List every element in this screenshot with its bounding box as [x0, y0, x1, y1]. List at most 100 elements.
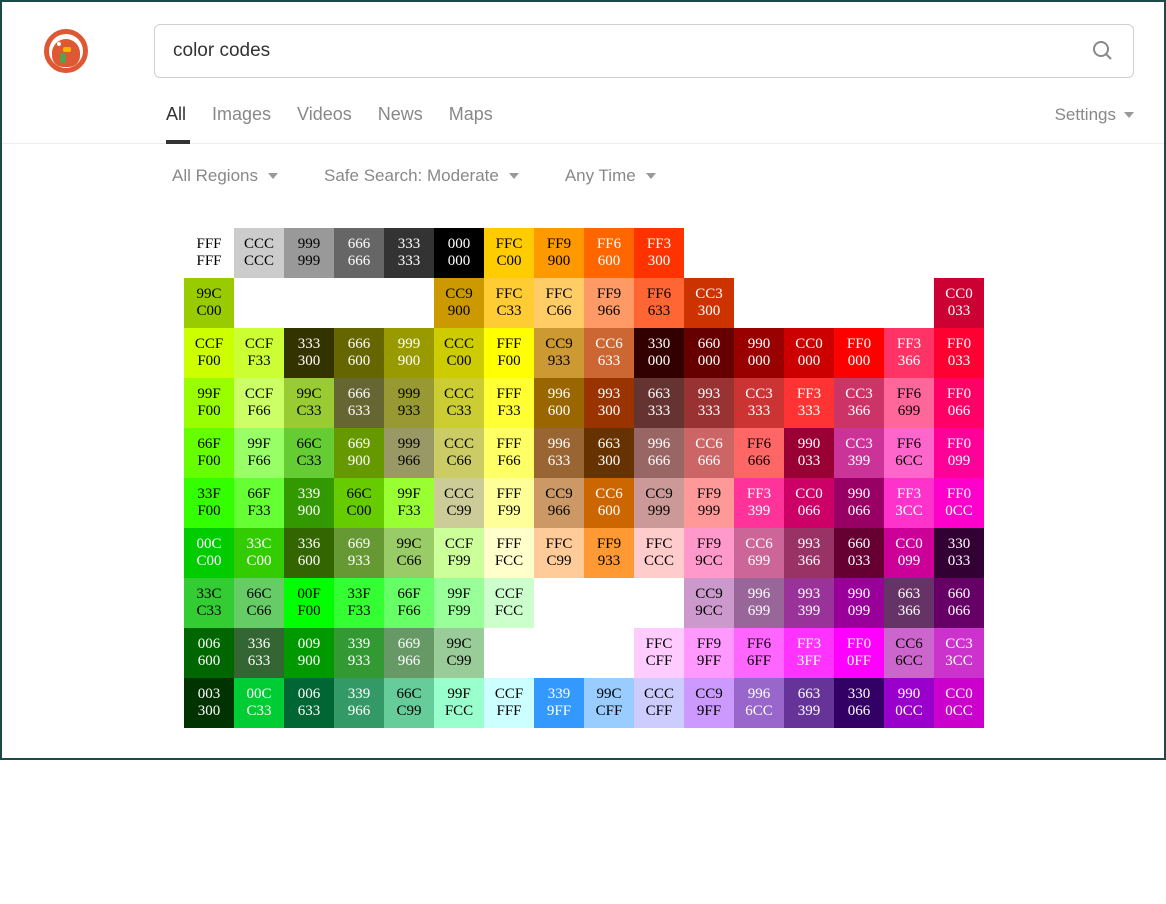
color-swatch-cc6600[interactable]: CC6600 [584, 478, 634, 528]
color-swatch-006633[interactable]: 006633 [284, 678, 334, 728]
color-swatch-cccc66[interactable]: CCCC66 [434, 428, 484, 478]
color-swatch-666633[interactable]: 666633 [334, 378, 384, 428]
color-swatch-cc66cc[interactable]: CC66CC [884, 628, 934, 678]
color-swatch-66ff00[interactable]: 66FF00 [184, 428, 234, 478]
color-swatch-cc0066[interactable]: CC0066 [784, 478, 834, 528]
color-swatch-99cc66[interactable]: 99CC66 [384, 528, 434, 578]
color-swatch-cc3399[interactable]: CC3399 [834, 428, 884, 478]
color-swatch-ccff66[interactable]: CCFF66 [234, 378, 284, 428]
tab-maps[interactable]: Maps [449, 104, 493, 143]
color-swatch-ffcc00[interactable]: FFCC00 [484, 228, 534, 278]
tab-all[interactable]: All [166, 104, 186, 143]
color-swatch-ffff99[interactable]: FFFF99 [484, 478, 534, 528]
color-swatch-330066[interactable]: 330066 [834, 678, 884, 728]
color-swatch-006600[interactable]: 006600 [184, 628, 234, 678]
color-swatch-cc6633[interactable]: CC6633 [584, 328, 634, 378]
color-swatch-cc00cc[interactable]: CC00CC [934, 678, 984, 728]
color-swatch-990099[interactable]: 990099 [834, 578, 884, 628]
color-swatch-993399[interactable]: 993399 [784, 578, 834, 628]
color-swatch-33ff33[interactable]: 33FF33 [334, 578, 384, 628]
color-swatch-999900[interactable]: 999900 [384, 328, 434, 378]
color-swatch-33cc00[interactable]: 33CC00 [234, 528, 284, 578]
color-swatch-ff3300[interactable]: FF3300 [634, 228, 684, 278]
color-swatch-ffff66[interactable]: FFFF66 [484, 428, 534, 478]
color-swatch-ff0000[interactable]: FF0000 [834, 328, 884, 378]
color-swatch-ffcc66[interactable]: FFCC66 [534, 278, 584, 328]
color-swatch-669900[interactable]: 669900 [334, 428, 384, 478]
color-swatch-99ff66[interactable]: 99FF66 [234, 428, 284, 478]
color-swatch-990033[interactable]: 990033 [784, 428, 834, 478]
color-swatch-9966cc[interactable]: 9966CC [734, 678, 784, 728]
color-swatch-993333[interactable]: 993333 [684, 378, 734, 428]
color-swatch-66cc00[interactable]: 66CC00 [334, 478, 384, 528]
color-swatch-cc99cc[interactable]: CC99CC [684, 578, 734, 628]
color-swatch-cc3333[interactable]: CC3333 [734, 378, 784, 428]
color-swatch-660000[interactable]: 660000 [684, 328, 734, 378]
color-swatch-660066[interactable]: 660066 [934, 578, 984, 628]
color-swatch-cc0099[interactable]: CC0099 [884, 528, 934, 578]
color-swatch-ff9933[interactable]: FF9933 [584, 528, 634, 578]
color-swatch-99ff33[interactable]: 99FF33 [384, 478, 434, 528]
color-swatch-99ff00[interactable]: 99FF00 [184, 378, 234, 428]
color-swatch-66ff66[interactable]: 66FF66 [384, 578, 434, 628]
color-swatch-996633[interactable]: 996633 [534, 428, 584, 478]
color-swatch-ffffff[interactable]: FFFFFF [184, 228, 234, 278]
color-swatch-996666[interactable]: 996666 [634, 428, 684, 478]
color-swatch-ff66cc[interactable]: FF66CC [884, 428, 934, 478]
color-swatch-ccff99[interactable]: CCFF99 [434, 528, 484, 578]
color-swatch-66cc99[interactable]: 66CC99 [384, 678, 434, 728]
color-swatch-339900[interactable]: 339900 [284, 478, 334, 528]
color-swatch-cc3300[interactable]: CC3300 [684, 278, 734, 328]
color-swatch-336600[interactable]: 336600 [284, 528, 334, 578]
color-swatch-663333[interactable]: 663333 [634, 378, 684, 428]
color-swatch-cccc00[interactable]: CCCC00 [434, 328, 484, 378]
color-swatch-ccff00[interactable]: CCFF00 [184, 328, 234, 378]
color-swatch-ff3366[interactable]: FF3366 [884, 328, 934, 378]
color-swatch-999933[interactable]: 999933 [384, 378, 434, 428]
color-swatch-333300[interactable]: 333300 [284, 328, 334, 378]
color-swatch-330000[interactable]: 330000 [634, 328, 684, 378]
color-swatch-663366[interactable]: 663366 [884, 578, 934, 628]
color-swatch-ff9999[interactable]: FF9999 [684, 478, 734, 528]
color-swatch-ff6699[interactable]: FF6699 [884, 378, 934, 428]
color-swatch-99cc33[interactable]: 99CC33 [284, 378, 334, 428]
color-swatch-ff9966[interactable]: FF9966 [584, 278, 634, 328]
tab-images[interactable]: Images [212, 104, 271, 143]
color-swatch-ff00cc[interactable]: FF00CC [934, 478, 984, 528]
color-swatch-cc0000[interactable]: CC0000 [784, 328, 834, 378]
color-swatch-ffff00[interactable]: FFFF00 [484, 328, 534, 378]
color-swatch-cccccc[interactable]: CCCCCC [234, 228, 284, 278]
color-swatch-993366[interactable]: 993366 [784, 528, 834, 578]
color-swatch-ccffcc[interactable]: CCFFCC [484, 578, 534, 628]
color-swatch-9900cc[interactable]: 9900CC [884, 678, 934, 728]
color-swatch-cc9999[interactable]: CC9999 [634, 478, 684, 528]
color-swatch-cc3366[interactable]: CC3366 [834, 378, 884, 428]
color-swatch-333333[interactable]: 333333 [384, 228, 434, 278]
color-swatch-ff66ff[interactable]: FF66FF [734, 628, 784, 678]
color-swatch-99ccff[interactable]: 99CCFF [584, 678, 634, 728]
duckduckgo-logo[interactable] [44, 29, 88, 73]
color-swatch-ff0099[interactable]: FF0099 [934, 428, 984, 478]
color-swatch-00ff00[interactable]: 00FF00 [284, 578, 334, 628]
color-swatch-999966[interactable]: 999966 [384, 428, 434, 478]
color-swatch-99cc00[interactable]: 99CC00 [184, 278, 234, 328]
color-swatch-00cc00[interactable]: 00CC00 [184, 528, 234, 578]
color-swatch-ffcccc[interactable]: FFCCCC [634, 528, 684, 578]
color-swatch-993300[interactable]: 993300 [584, 378, 634, 428]
color-swatch-ffccff[interactable]: FFCCFF [634, 628, 684, 678]
color-swatch-ff3399[interactable]: FF3399 [734, 478, 784, 528]
color-swatch-cc33cc[interactable]: CC33CC [934, 628, 984, 678]
tab-videos[interactable]: Videos [297, 104, 352, 143]
color-swatch-009900[interactable]: 009900 [284, 628, 334, 678]
color-swatch-996600[interactable]: 996600 [534, 378, 584, 428]
color-swatch-ff6666[interactable]: FF6666 [734, 428, 784, 478]
color-swatch-cc9966[interactable]: CC9966 [534, 478, 584, 528]
search-icon[interactable] [1091, 39, 1115, 63]
color-swatch-ff6633[interactable]: FF6633 [634, 278, 684, 328]
color-swatch-999999[interactable]: 999999 [284, 228, 334, 278]
color-swatch-ff99cc[interactable]: FF99CC [684, 528, 734, 578]
color-swatch-660033[interactable]: 660033 [834, 528, 884, 578]
color-swatch-ff9900[interactable]: FF9900 [534, 228, 584, 278]
region-filter[interactable]: All Regions [172, 166, 278, 186]
color-swatch-66cc66[interactable]: 66CC66 [234, 578, 284, 628]
